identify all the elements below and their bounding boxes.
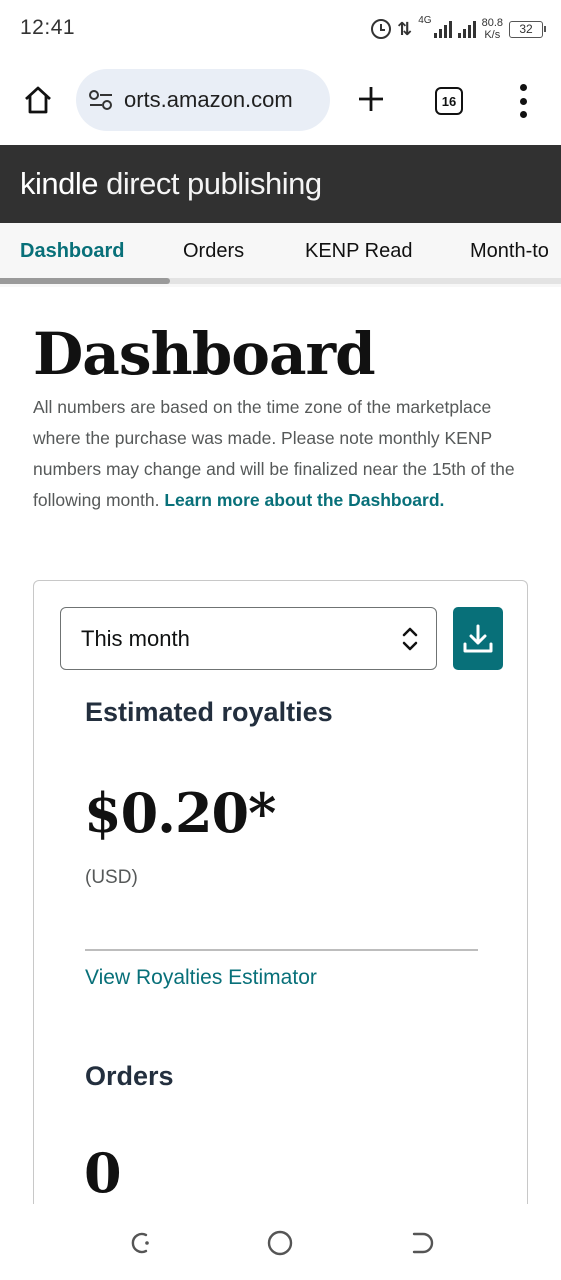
data-transfer-icon: ⇅ [397, 18, 413, 39]
download-icon [463, 624, 493, 652]
url-text[interactable]: orts.amazon.com [124, 87, 293, 113]
address-bar[interactable]: orts.amazon.com [76, 69, 330, 131]
browser-toolbar: orts.amazon.com 16 [0, 60, 561, 144]
logo-kindle: kindle [20, 166, 99, 201]
download-button[interactable] [453, 607, 503, 670]
royalties-currency: (USD) [85, 867, 138, 888]
site-settings-icon[interactable] [88, 89, 114, 111]
recent-apps-icon[interactable] [127, 1230, 153, 1256]
tab-dashboard[interactable]: Dashboard [20, 240, 124, 263]
royalties-amount: $0.20* [84, 781, 276, 845]
tab-kenp-read[interactable]: KENP Read [305, 240, 412, 263]
signal-icon-2 [457, 20, 476, 38]
royalties-title: Estimated royalties [85, 697, 333, 727]
system-nav-bar [0, 1204, 561, 1280]
dashboard-card: This month Estimated royalties $0.20* (U… [33, 580, 528, 1220]
status-bar: 12:41 ⇅ 4G 80.8 K/s 32 [0, 0, 561, 60]
page-title: Dashboard [33, 320, 376, 388]
tab-month-to-date[interactable]: Month-to [470, 240, 549, 263]
speed-value: 80.8 [481, 17, 503, 29]
network-type: 4G [418, 14, 432, 26]
orders-value: 0 [84, 1141, 122, 1205]
kdp-logo[interactable]: kindle direct publishing [20, 166, 322, 202]
period-select-value: This month [81, 625, 190, 651]
menu-icon[interactable] [516, 84, 530, 118]
new-tab-icon[interactable] [356, 84, 386, 114]
speed-unit: K/s [484, 29, 501, 41]
orders-title: Orders [85, 1061, 174, 1091]
divider [85, 949, 478, 951]
tab-orders[interactable]: Orders [183, 240, 244, 263]
status-indicators: ⇅ 4G 80.8 K/s 32 [371, 12, 546, 46]
signal-icon [433, 20, 452, 38]
home-nav-icon[interactable] [267, 1230, 293, 1256]
intro-text: All numbers are based on the time zone o… [33, 392, 528, 516]
period-select[interactable]: This month [60, 607, 437, 670]
chevron-up-down-icon [402, 624, 418, 654]
logo-rest: direct publishing [106, 166, 322, 201]
tab-scroll-indicator [0, 278, 170, 284]
kdp-header: kindle direct publishing [0, 145, 561, 223]
battery-icon: 32 [509, 20, 546, 38]
network-speed: 80.8 K/s [482, 17, 503, 41]
tabs-icon[interactable]: 16 [435, 87, 463, 115]
back-icon[interactable] [409, 1230, 435, 1256]
royalties-estimator-link[interactable]: View Royalties Estimator [85, 966, 317, 990]
learn-more-link[interactable]: Learn more about the Dashboard. [164, 490, 444, 510]
tab-scroll-track [0, 278, 561, 284]
alarm-icon [371, 19, 392, 39]
home-icon[interactable] [22, 84, 54, 116]
status-time: 12:41 [20, 16, 76, 39]
